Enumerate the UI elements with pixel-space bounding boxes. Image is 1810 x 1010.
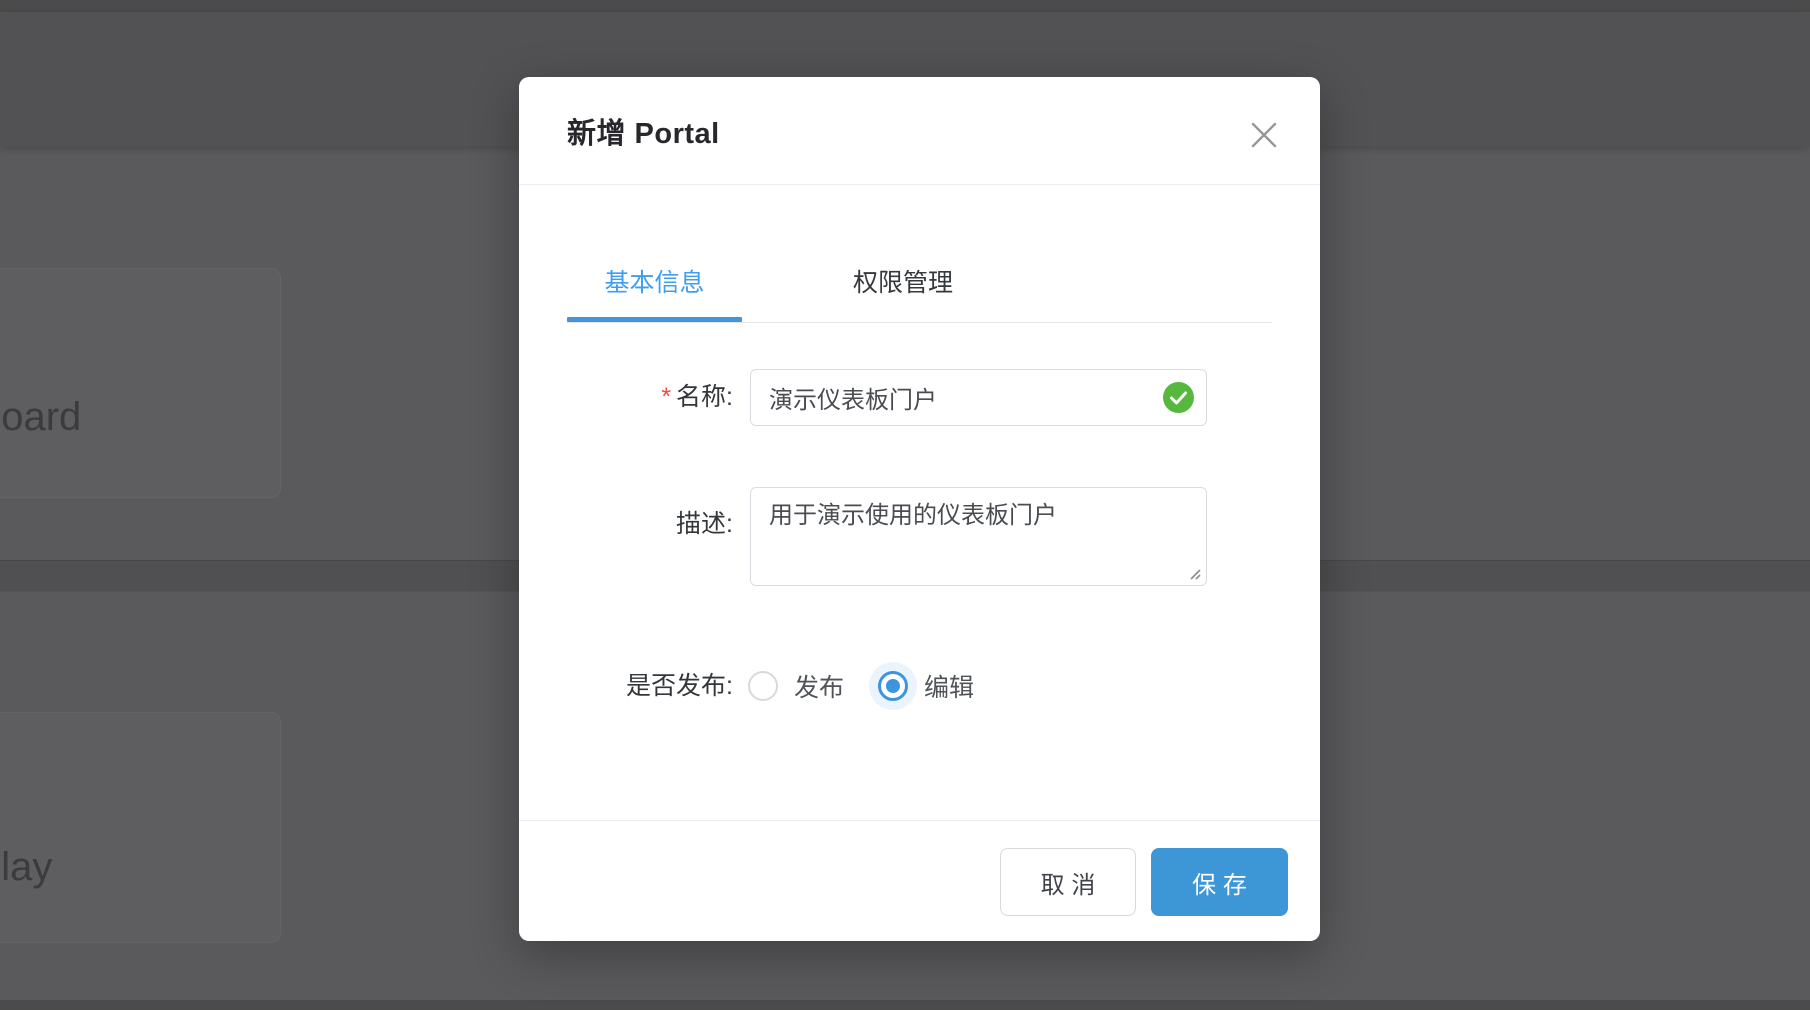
- footer-divider: [519, 820, 1320, 821]
- tab-permission-management[interactable]: 权限管理: [823, 254, 983, 322]
- name-field-label: *名称:: [567, 369, 733, 426]
- add-portal-dialog: 新增 Portal 基本信息 权限管理 *名称: 描述: 用于演示使用的仪表板门…: [519, 77, 1320, 941]
- screen: board play 新增 Portal 基本信息 权限管理 *名称:: [0, 0, 1810, 1010]
- cancel-button[interactable]: 取 消: [1000, 848, 1136, 916]
- dialog-title: 新增 Portal: [567, 110, 720, 152]
- radio-option-label[interactable]: 发布: [794, 668, 844, 704]
- publish-radio-group: 发布 编辑: [748, 658, 974, 714]
- name-label-text: 名称:: [676, 383, 733, 411]
- radio-option-publish[interactable]: 发布: [748, 668, 844, 704]
- name-field: [750, 369, 1207, 426]
- radio-selected-icon[interactable]: [878, 671, 908, 701]
- resize-handle-icon[interactable]: [1187, 566, 1203, 582]
- description-textarea[interactable]: 用于演示使用的仪表板门户: [750, 487, 1207, 586]
- description-field: 用于演示使用的仪表板门户: [750, 487, 1207, 586]
- description-field-label: 描述:: [567, 504, 733, 544]
- radio-option-edit[interactable]: 编辑: [878, 668, 974, 704]
- radio-option-label[interactable]: 编辑: [924, 668, 974, 704]
- name-input[interactable]: [750, 369, 1207, 426]
- save-button[interactable]: 保 存: [1151, 848, 1288, 916]
- dialog-header: 新增 Portal: [519, 77, 1320, 185]
- close-icon: [1249, 120, 1279, 150]
- dialog-tabs: 基本信息 权限管理: [567, 255, 1272, 323]
- radio-unselected-icon[interactable]: [748, 671, 778, 701]
- required-asterisk: *: [661, 383, 671, 411]
- close-button[interactable]: [1244, 115, 1284, 155]
- publish-field-label: 是否发布:: [567, 658, 733, 714]
- tab-basic-info[interactable]: 基本信息: [567, 254, 742, 322]
